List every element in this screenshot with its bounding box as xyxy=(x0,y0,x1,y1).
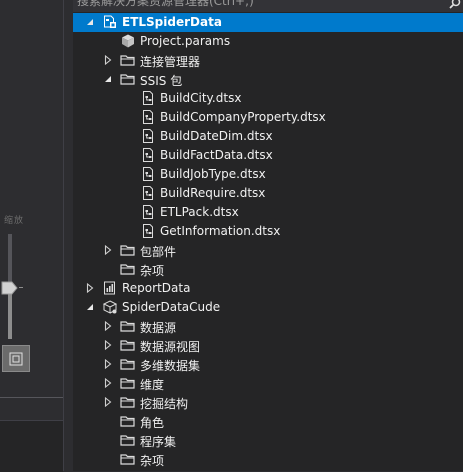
tree-item-label: 数据源 xyxy=(140,321,177,335)
fit-to-window-icon xyxy=(9,352,23,365)
tree-item-label: 杂项 xyxy=(140,264,165,278)
zoom-label: 缩放 xyxy=(4,216,25,226)
tree-item[interactable]: 杂项 xyxy=(73,260,463,279)
tree-item-label: SSIS 包 xyxy=(140,74,183,88)
report-project-icon xyxy=(102,280,118,296)
folder-icon xyxy=(120,394,136,410)
collapsed-arrow-icon[interactable] xyxy=(103,321,113,331)
tree-item[interactable]: BuildFactData.dtsx xyxy=(73,146,463,165)
folder-icon xyxy=(120,356,136,372)
zoom-slider-thumb[interactable] xyxy=(1,281,18,295)
tree-item[interactable]: ETLSpiderData xyxy=(73,13,463,32)
tree-item[interactable]: 包部件 xyxy=(73,241,463,260)
package-file-icon xyxy=(140,147,156,163)
search-input[interactable] xyxy=(77,0,447,9)
left-bottom-pane xyxy=(0,420,63,472)
search-bar xyxy=(73,0,463,12)
params-icon xyxy=(120,33,136,49)
tree-item[interactable]: 多维数据集 xyxy=(73,355,463,374)
tree-item-label: ReportData xyxy=(122,281,191,295)
folder-icon xyxy=(120,432,136,448)
collapsed-arrow-icon[interactable] xyxy=(85,283,95,293)
tree-item[interactable]: 数据源 xyxy=(73,317,463,336)
tree-item-label: GetInformation.dtsx xyxy=(160,224,281,238)
collapsed-arrow-icon[interactable] xyxy=(103,359,113,369)
expanded-arrow-icon[interactable] xyxy=(85,17,95,27)
tree-item-label: BuildCity.dtsx xyxy=(160,91,242,105)
expanded-arrow-icon[interactable] xyxy=(103,74,113,84)
zoom-slider-tick xyxy=(19,287,23,288)
package-file-icon xyxy=(140,109,156,125)
tree-item[interactable]: 角色 xyxy=(73,412,463,431)
tree-item-label: 多维数据集 xyxy=(140,359,201,373)
package-file-icon xyxy=(140,166,156,182)
panel-gap xyxy=(64,0,73,471)
expanded-arrow-icon[interactable] xyxy=(85,302,95,312)
analysis-project-icon xyxy=(102,299,118,315)
folder-icon xyxy=(120,318,136,334)
left-panel: 缩放 xyxy=(0,0,63,472)
tree-item-label: 杂项 xyxy=(140,454,165,468)
folder-icon xyxy=(120,261,136,277)
folder-icon xyxy=(120,375,136,391)
zoom-slider-fill xyxy=(8,288,12,339)
folder-icon xyxy=(120,71,136,87)
package-file-icon xyxy=(140,185,156,201)
tree-item[interactable]: 数据源视图 xyxy=(73,336,463,355)
tree-item-label: 数据源视图 xyxy=(140,340,201,354)
folder-icon xyxy=(120,242,136,258)
tree-item[interactable]: ETLPack.dtsx xyxy=(73,203,463,222)
collapsed-arrow-icon[interactable] xyxy=(103,55,113,65)
tree-item[interactable]: ReportData xyxy=(73,279,463,298)
folder-icon xyxy=(120,413,136,429)
tree-item-label: BuildFactData.dtsx xyxy=(160,148,273,162)
collapsed-arrow-icon[interactable] xyxy=(103,340,113,350)
tree-item[interactable]: 程序集 xyxy=(73,431,463,450)
collapsed-arrow-icon[interactable] xyxy=(103,378,113,388)
tree-item-label: 挖掘结构 xyxy=(140,397,189,411)
tree-item[interactable]: 连接管理器 xyxy=(73,51,463,70)
ssis-project-icon xyxy=(102,14,118,30)
solution-explorer: ETLSpiderData Project.params 连接管理器 SSIS 包 Bu… xyxy=(73,0,463,471)
tree-item[interactable]: BuildRequire.dtsx xyxy=(73,184,463,203)
tree-item[interactable]: BuildJobType.dtsx xyxy=(73,165,463,184)
tree-item[interactable]: 杂项 xyxy=(73,450,463,469)
collapsed-arrow-icon[interactable] xyxy=(103,245,113,255)
zoom-to-fit-button[interactable] xyxy=(2,345,30,372)
tree-item[interactable]: BuildCity.dtsx xyxy=(73,89,463,108)
tree-item[interactable]: BuildCompanyProperty.dtsx xyxy=(73,108,463,127)
folder-icon xyxy=(120,52,136,68)
tree-item[interactable]: SSIS 包 xyxy=(73,70,463,89)
tree-item-label: BuildJobType.dtsx xyxy=(160,167,266,181)
tree-item-label: 角色 xyxy=(140,416,165,430)
package-file-icon xyxy=(140,223,156,239)
tree-item-label: 连接管理器 xyxy=(140,55,201,69)
tree-item[interactable]: Project.params xyxy=(73,32,463,51)
tree-item-label: BuildCompanyProperty.dtsx xyxy=(160,110,326,124)
tree-item[interactable]: BuildDateDim.dtsx xyxy=(73,127,463,146)
package-file-icon xyxy=(140,204,156,220)
tree-item[interactable]: SpiderDataCude xyxy=(73,298,463,317)
tree-item-label: 维度 xyxy=(140,378,165,392)
tree-item-label: SpiderDataCude xyxy=(122,300,221,314)
package-file-icon xyxy=(140,90,156,106)
folder-icon xyxy=(120,451,136,467)
tree-item-label: 程序集 xyxy=(140,435,177,449)
search-icon[interactable] xyxy=(448,0,462,10)
tree-item-label: ETLSpiderData xyxy=(122,15,222,29)
left-panel-separator xyxy=(0,397,63,398)
tree-item[interactable]: 挖掘结构 xyxy=(73,393,463,412)
tree-item[interactable]: GetInformation.dtsx xyxy=(73,222,463,241)
tree-item-label: BuildDateDim.dtsx xyxy=(160,129,273,143)
collapsed-arrow-icon[interactable] xyxy=(103,397,113,407)
tree-item-label: 包部件 xyxy=(140,245,177,259)
folder-icon xyxy=(120,337,136,353)
tree-item-label: BuildRequire.dtsx xyxy=(160,186,266,200)
tree-item[interactable]: 维度 xyxy=(73,374,463,393)
tree-item-label: ETLPack.dtsx xyxy=(160,205,239,219)
tree-item-label: Project.params xyxy=(140,34,231,48)
package-file-icon xyxy=(140,128,156,144)
